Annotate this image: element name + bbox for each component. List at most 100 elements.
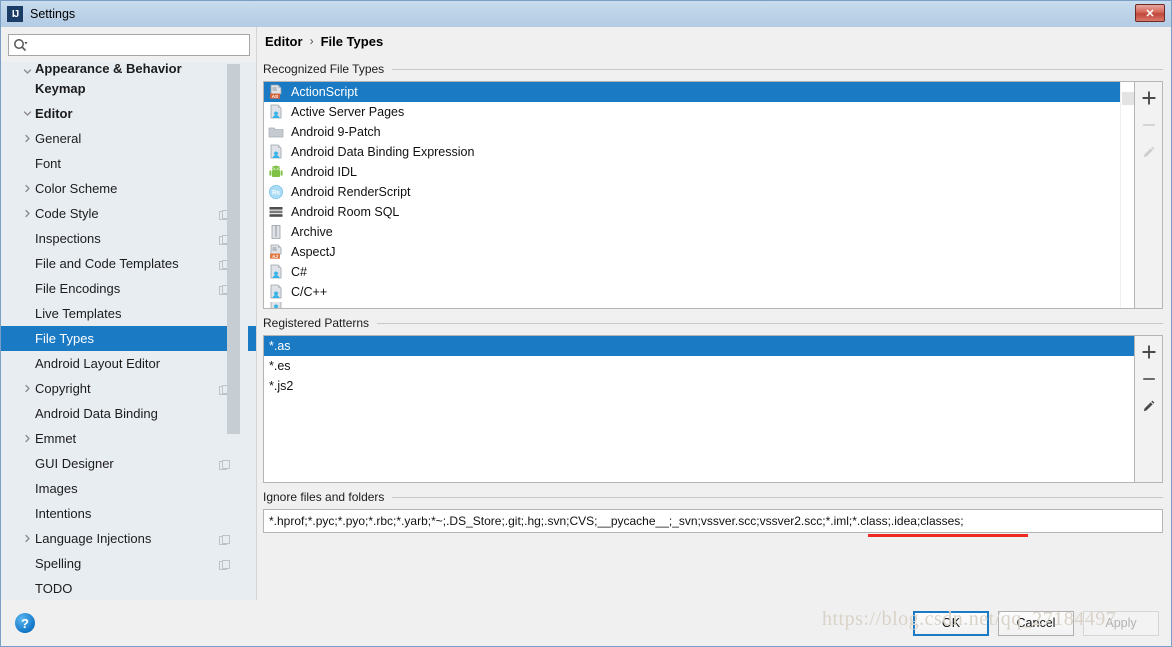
- file-type-row[interactable]: Android IDL: [264, 162, 1134, 182]
- file-type-row[interactable]: C#: [264, 262, 1134, 282]
- breadcrumb-current: File Types: [320, 33, 384, 49]
- ok-button[interactable]: OK: [913, 610, 989, 636]
- registered-patterns-list[interactable]: *.as *.es *.js2: [263, 335, 1135, 483]
- registered-patterns-toolbar: [1135, 335, 1163, 483]
- annotation-underline: [868, 534, 1028, 537]
- sidebar-item-label: File Types: [35, 331, 95, 346]
- file-types-scrollbar[interactable]: [1120, 82, 1134, 308]
- recognized-file-types-list[interactable]: AS ActionScript Active Server Pages Android…: [263, 81, 1135, 309]
- file-type-row[interactable]: Android 9-Patch: [264, 122, 1134, 142]
- remove-pattern-button[interactable]: [1137, 367, 1161, 391]
- pattern-label: *.es: [269, 359, 291, 373]
- close-icon[interactable]: ✕: [1135, 4, 1165, 22]
- group-divider: [392, 68, 1163, 70]
- file-type-row[interactable]: AS ActionScript: [264, 82, 1134, 102]
- sidebar-item-emmet[interactable]: Emmet: [1, 426, 256, 451]
- add-pattern-button[interactable]: [1137, 340, 1161, 364]
- generic-file-icon: [268, 284, 284, 300]
- sidebar-item-copyright[interactable]: Copyright: [1, 376, 256, 401]
- sidebar-item-live-templates[interactable]: Live Templates: [1, 301, 256, 326]
- edit-pattern-button[interactable]: [1137, 394, 1161, 418]
- pattern-row[interactable]: *.as: [264, 336, 1134, 356]
- file-type-row[interactable]: Android Data Binding Expression: [264, 142, 1134, 162]
- svg-text:Rs: Rs: [272, 190, 280, 196]
- sidebar-item-label: TODO: [35, 581, 73, 596]
- breadcrumb-parent[interactable]: Editor: [265, 34, 303, 49]
- sidebar-item-label: Inspections: [35, 231, 101, 246]
- file-type-row-partial[interactable]: [264, 302, 1134, 308]
- pattern-row[interactable]: *.js2: [264, 376, 1134, 396]
- file-type-row[interactable]: Android Room SQL: [264, 202, 1134, 222]
- dialog-footer: ? OK Cancel Apply: [1, 600, 1171, 646]
- cancel-button[interactable]: Cancel: [998, 610, 1074, 636]
- search-input[interactable]: [31, 37, 245, 53]
- sidebar-item-images[interactable]: Images: [1, 476, 256, 501]
- chevron-right-icon[interactable]: [19, 384, 35, 393]
- file-type-row[interactable]: Archive: [264, 222, 1134, 242]
- file-type-row[interactable]: Active Server Pages: [264, 102, 1134, 122]
- title-bar: IJ Settings ✕: [1, 1, 1171, 27]
- sidebar-item-gui-designer[interactable]: GUI Designer: [1, 451, 256, 476]
- file-type-label: ActionScript: [291, 85, 358, 99]
- sidebar-item-keymap[interactable]: Keymap: [1, 76, 256, 101]
- file-type-label: Android Room SQL: [291, 205, 400, 219]
- sidebar-item-file-types[interactable]: File Types: [1, 326, 256, 351]
- file-type-label: Android 9-Patch: [291, 125, 381, 139]
- generic-file-icon: [268, 264, 284, 280]
- sidebar-item-label: File Encodings: [35, 281, 121, 296]
- recognized-file-types-toolbar: [1135, 81, 1163, 309]
- chevron-right-icon[interactable]: [19, 209, 35, 218]
- file-type-row[interactable]: C/C++: [264, 282, 1134, 302]
- sidebar-item-general[interactable]: General: [1, 126, 256, 151]
- generic-file-icon: [268, 144, 284, 160]
- file-types-scrollbar-thumb[interactable]: [1122, 92, 1134, 105]
- sidebar-item-intentions[interactable]: Intentions: [1, 501, 256, 526]
- remove-file-type-button: [1137, 113, 1161, 137]
- help-icon[interactable]: ?: [15, 613, 35, 633]
- sidebar-item-file-and-code-templates[interactable]: File and Code Templates: [1, 251, 256, 276]
- chevron-down-icon[interactable]: [19, 67, 35, 76]
- settings-tree[interactable]: Appearance & Behavior Keymap Editor General…: [1, 62, 256, 600]
- sidebar-scrollbar-thumb[interactable]: [227, 64, 240, 434]
- registered-patterns-group: Registered Patterns *.as *.es *.js2: [263, 315, 1163, 483]
- recognized-group-header: Recognized File Types: [263, 61, 1163, 77]
- ignore-input-wrap: [263, 509, 1163, 537]
- file-type-row[interactable]: AJ AspectJ: [264, 242, 1134, 262]
- ignore-files-input[interactable]: [263, 509, 1163, 533]
- sidebar-item-android-layout-editor[interactable]: Android Layout Editor: [1, 351, 256, 376]
- sidebar-item-editor[interactable]: Editor: [1, 101, 256, 126]
- chevron-right-icon[interactable]: [19, 534, 35, 543]
- sidebar-item-code-style[interactable]: Code Style: [1, 201, 256, 226]
- generic-file-icon: [268, 104, 284, 120]
- chevron-right-icon[interactable]: [19, 434, 35, 443]
- chevron-down-icon[interactable]: [19, 109, 35, 118]
- sidebar-item-file-encodings[interactable]: File Encodings: [1, 276, 256, 301]
- chevron-right-icon[interactable]: [19, 134, 35, 143]
- chevron-right-icon[interactable]: [19, 184, 35, 193]
- file-type-label: Android RenderScript: [291, 185, 411, 199]
- sidebar-scrollbar[interactable]: [227, 62, 248, 600]
- sidebar-item-language-injections[interactable]: Language Injections: [1, 526, 256, 551]
- sidebar-item-label: Images: [35, 481, 78, 496]
- svg-text:AJ: AJ: [272, 254, 278, 259]
- sidebar-item-android-data-binding[interactable]: Android Data Binding: [1, 401, 256, 426]
- sidebar-item-font[interactable]: Font: [1, 151, 256, 176]
- sidebar-item-inspections[interactable]: Inspections: [1, 226, 256, 251]
- dialog-content: Appearance & Behavior Keymap Editor General…: [1, 27, 1171, 600]
- search-box[interactable]: [8, 34, 250, 56]
- sidebar-item-label: Color Scheme: [35, 181, 118, 196]
- archive-icon: [268, 224, 284, 240]
- sidebar-item-appearance-behavior[interactable]: Appearance & Behavior: [1, 62, 256, 76]
- pattern-label: *.as: [269, 339, 291, 353]
- sidebar-item-spelling[interactable]: Spelling: [1, 551, 256, 576]
- patterns-group-title: Registered Patterns: [263, 316, 370, 330]
- file-type-row[interactable]: Rs Android RenderScript: [264, 182, 1134, 202]
- sidebar-search-area: [1, 27, 256, 62]
- copy-settings-icon: [219, 458, 230, 470]
- sidebar-item-label: Appearance & Behavior: [35, 62, 182, 76]
- pattern-row[interactable]: *.es: [264, 356, 1134, 376]
- sidebar-item-color-scheme[interactable]: Color Scheme: [1, 176, 256, 201]
- generic-file-icon: [268, 302, 284, 308]
- add-file-type-button[interactable]: [1137, 86, 1161, 110]
- sidebar-item-todo[interactable]: TODO: [1, 576, 256, 600]
